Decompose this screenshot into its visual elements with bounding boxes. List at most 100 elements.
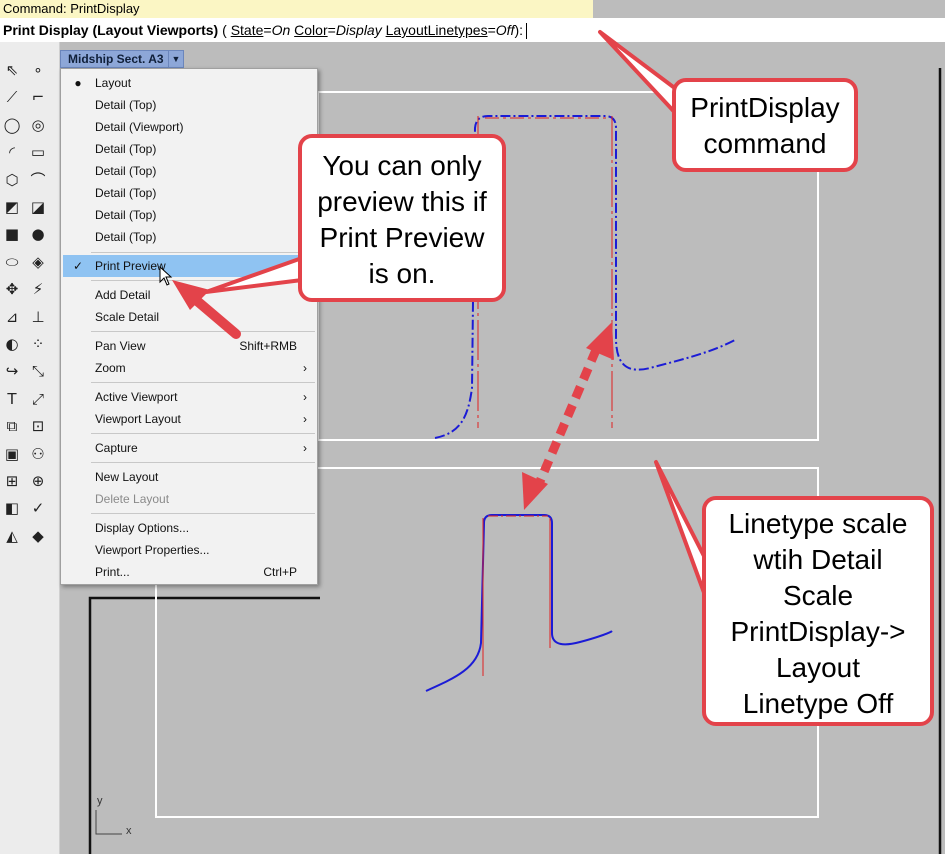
detail-icon[interactable]: ⊡ (26, 416, 50, 436)
menu-item-label: Add Detail (95, 288, 151, 302)
menu-item-detail-top-2[interactable]: Detail (Top) (63, 138, 315, 160)
box-icon[interactable]: ■ (0, 224, 24, 244)
menu-item-detail-top-1[interactable]: Detail (Top) (63, 94, 315, 116)
osnap-icon[interactable]: ⊕ (26, 471, 50, 491)
world-axis-indicator (95, 810, 122, 835)
menu-item-label: Print... (95, 565, 130, 579)
menu-item-delete-layout: Delete Layout (63, 488, 315, 510)
curve-offset-icon[interactable]: ↪ (0, 361, 24, 381)
menu-item-label: Active Viewport (95, 390, 178, 404)
point-icon[interactable]: ∘ (26, 60, 50, 80)
pointer-icon[interactable]: ⇖ (0, 60, 24, 80)
menu-item-label: Viewport Properties... (95, 543, 210, 557)
history-icon[interactable]: ⚇ (26, 444, 50, 464)
surface-patch-icon[interactable]: ◪ (26, 197, 50, 217)
surface-icon[interactable]: ◩ (0, 197, 24, 217)
callout-print-preview: You can only preview this if Print Previ… (298, 134, 506, 302)
axis-y-label: y (97, 795, 103, 807)
menu-item-viewport-properties[interactable]: Viewport Properties... (63, 539, 315, 561)
menu-item-active-viewport[interactable]: Active Viewport › (63, 386, 315, 408)
menu-item-detail-top-5[interactable]: Detail (Top) (63, 204, 315, 226)
menu-item-viewport-layout[interactable]: Viewport Layout › (63, 408, 315, 430)
menu-item-capture[interactable]: Capture › (63, 437, 315, 459)
submenu-chevron-icon: › (303, 361, 307, 375)
trim-icon[interactable]: ⊿ (0, 307, 24, 327)
array-icon[interactable]: ⁘ (26, 334, 50, 354)
menu-item-label: Detail (Top) (95, 186, 157, 200)
material-icon[interactable]: ◆ (26, 526, 50, 546)
submenu-chevron-icon: › (303, 441, 307, 455)
menu-item-label: Pan View (95, 339, 146, 353)
menu-item-add-detail[interactable]: Add Detail (63, 284, 315, 306)
prompt-command-name: Print Display (Layout Viewports) (3, 22, 219, 38)
options-close: ): (514, 22, 523, 38)
arc-icon[interactable]: ◜ (0, 142, 24, 162)
menu-item-label: Display Options... (95, 521, 190, 535)
menu-item-detail-top-6[interactable]: Detail (Top) (63, 226, 315, 248)
mouse-pointer-icon (159, 266, 173, 286)
menu-separator (91, 280, 315, 281)
menu-item-label: Detail (Top) (95, 98, 157, 112)
menu-item-detail-top-3[interactable]: Detail (Top) (63, 160, 315, 182)
axis-x-label: x (126, 825, 132, 837)
transform-icon[interactable]: ✥ (0, 279, 24, 299)
menu-item-label: Delete Layout (95, 492, 170, 506)
menu-separator (91, 462, 315, 463)
menu-item-display-options[interactable]: Display Options... (63, 517, 315, 539)
block-icon[interactable]: ⧉ (0, 416, 24, 436)
polygon-icon[interactable]: ⬡ (0, 170, 24, 190)
callout-printdisplay: PrintDisplay command (672, 78, 858, 172)
point-grid-icon[interactable]: ⤡ (26, 361, 50, 381)
circle-icon[interactable]: ◯ (0, 115, 24, 135)
rectangle-icon[interactable]: ▭ (26, 142, 50, 162)
menu-item-label: Viewport Layout (95, 412, 181, 426)
menu-item-label: Scale Detail (95, 310, 160, 324)
menu-item-new-layout[interactable]: New Layout (63, 466, 315, 488)
menu-item-pan-view[interactable]: Pan View Shift+RMB (63, 335, 315, 357)
polyline-icon[interactable]: ⟋ (0, 87, 24, 107)
sphere-icon[interactable]: ● (26, 224, 50, 244)
render-icon[interactable]: ◧ (0, 498, 24, 518)
menu-item-label: Layout (95, 76, 132, 90)
command-history: Command: PrintDisplay (0, 0, 593, 18)
text-icon[interactable]: T (0, 389, 24, 409)
menu-item-scale-detail[interactable]: Scale Detail (63, 306, 315, 328)
light-icon[interactable]: ◭ (0, 526, 24, 546)
boolean-icon[interactable]: ⚡ (26, 279, 50, 299)
left-toolbar: ⇖ ∘ ⟋ ⌐ ◯ ◎ ◜ ▭ ⬡ ⌒ ◩ ◪ ■ ● ⬭ ◈ ✥ ⚡ ⊿ ⊥ ◐ ⁘ ↪ ⤡ T ⤢ ⧉ ⊡ ▣ ⚇ ⊞ ⊕ ◧ ✓ ◭ ◆ (0, 42, 60, 854)
layout-tab[interactable]: Midship Sect. A3 ▼ (60, 50, 184, 68)
menu-item-label: Detail (Top) (95, 208, 157, 222)
bullet-icon: ● (74, 76, 82, 90)
menu-item-zoom[interactable]: Zoom › (63, 357, 315, 379)
menu-item-label: Zoom (95, 361, 126, 375)
cylinder-icon[interactable]: ⬭ (0, 252, 24, 272)
dimension-icon[interactable]: ⤢ (26, 389, 50, 409)
option-layout-linetypes[interactable]: LayoutLinetypes=Off (386, 22, 515, 38)
layout-tab-dropdown-icon[interactable]: ▼ (168, 51, 183, 67)
layout-tab-label: Midship Sect. A3 (68, 52, 164, 66)
split-icon[interactable]: ⊥ (26, 307, 50, 327)
command-prompt[interactable]: Print Display (Layout Viewports) ( State… (0, 18, 945, 42)
menu-separator (91, 433, 315, 434)
curve-edit-icon[interactable]: ⌒ (26, 170, 50, 190)
menu-separator (91, 513, 315, 514)
menu-item-layout[interactable]: ● Layout (63, 72, 315, 94)
submenu-chevron-icon: › (303, 390, 307, 404)
solid-tools-icon[interactable]: ▣ (0, 444, 24, 464)
check-icon[interactable]: ✓ (26, 498, 50, 518)
option-color[interactable]: Color=Display (294, 22, 382, 38)
menu-item-detail-viewport[interactable]: Detail (Viewport) (63, 116, 315, 138)
menu-item-print[interactable]: Print... Ctrl+P (63, 561, 315, 583)
menu-item-detail-top-4[interactable]: Detail (Top) (63, 182, 315, 204)
circle-center-icon[interactable]: ◎ (26, 115, 50, 135)
menu-item-label: Capture (95, 441, 138, 455)
group-icon[interactable]: ◐ (0, 334, 24, 354)
page-border (88, 596, 320, 854)
grid-snap-icon[interactable]: ⊞ (0, 471, 24, 491)
curve-icon[interactable]: ⌐ (26, 87, 50, 107)
menu-separator (91, 382, 315, 383)
menu-item-print-preview[interactable]: ✓ Print Preview (63, 255, 315, 277)
mesh-icon[interactable]: ◈ (26, 252, 50, 272)
option-state[interactable]: State=On (231, 22, 291, 38)
menu-separator (91, 252, 315, 253)
